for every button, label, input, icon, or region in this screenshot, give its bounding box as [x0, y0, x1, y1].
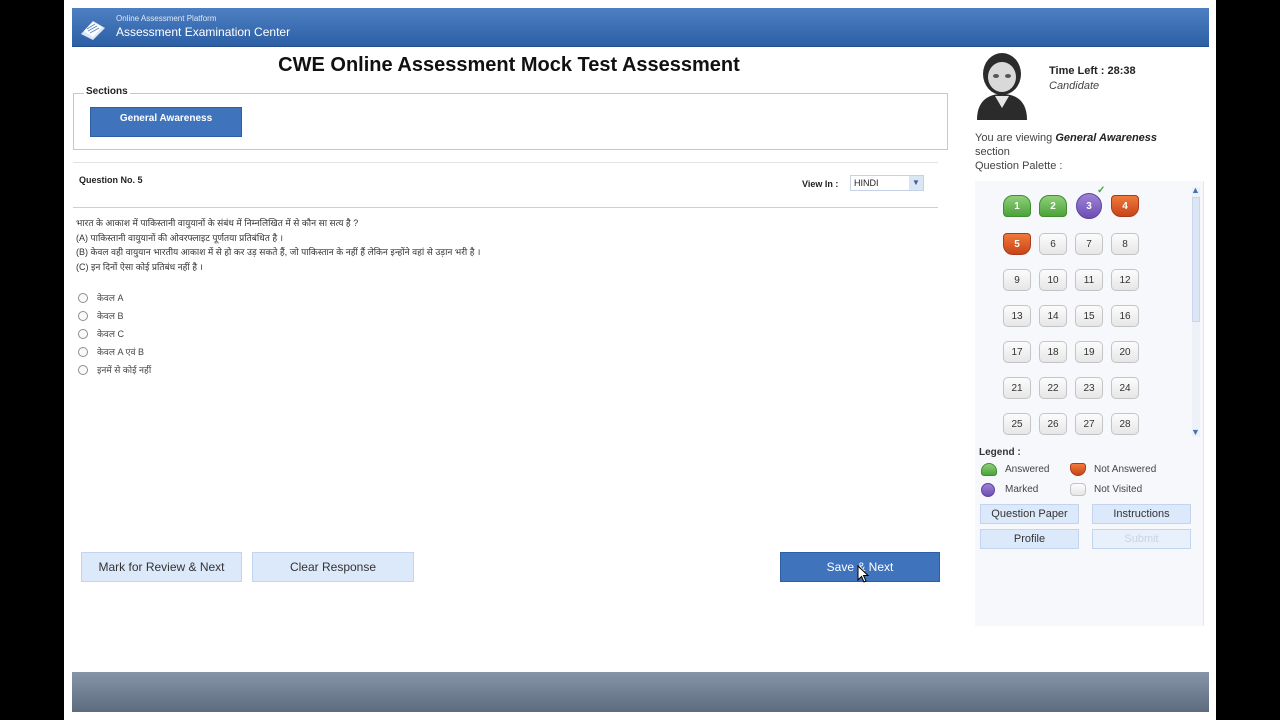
marked-swatch: [981, 483, 995, 497]
mark-for-review-button[interactable]: Mark for Review & Next: [81, 552, 242, 582]
exam-title: CWE Online Assessment Mock Test Assessme…: [278, 54, 740, 76]
question-text: भारत के आकाश में पाकिस्तानी वायुयानों के…: [76, 216, 926, 274]
palette-scroll-thumb[interactable]: [1192, 197, 1200, 322]
question-line: (C) इन दिनों ऐसा कोई प्रतिबंध नहीं है ।: [76, 261, 203, 272]
section-tab-general-awareness[interactable]: General Awareness: [90, 107, 242, 137]
palette-question-22[interactable]: 22: [1039, 377, 1067, 399]
sections-panel: Sections General Awareness: [73, 86, 948, 150]
scroll-down-icon[interactable]: ▼: [1191, 427, 1200, 437]
palette-question-13[interactable]: 13: [1003, 305, 1031, 327]
option-label: केवल A: [97, 293, 124, 303]
view-in-label: View In :: [802, 179, 839, 189]
language-select[interactable]: HINDI ▼: [850, 175, 924, 191]
radio-button[interactable]: [78, 293, 88, 303]
palette-question-15[interactable]: 15: [1075, 305, 1103, 327]
brand-title: Assessment Examination Center: [116, 25, 291, 39]
exam-window: Online Assessment Platform Assessment Ex…: [64, 0, 1216, 720]
palette-question-20[interactable]: 20: [1111, 341, 1139, 363]
question-number: Question No. 5: [79, 175, 143, 185]
option-label: केवल C: [97, 329, 125, 339]
question-header: Question No. 5 View In : HINDI ▼: [73, 162, 938, 208]
palette-question-12[interactable]: 12: [1111, 269, 1139, 291]
radio-button[interactable]: [78, 329, 88, 339]
option-label: केवल A एवं B: [97, 347, 145, 357]
palette-question-26[interactable]: 26: [1039, 413, 1067, 435]
clear-response-button[interactable]: Clear Response: [252, 552, 414, 582]
chevron-down-icon: ▼: [909, 176, 923, 190]
checkmark-icon: ✓: [1097, 185, 1106, 196]
radio-button[interactable]: [78, 311, 88, 321]
instructions-button[interactable]: Instructions: [1092, 504, 1191, 524]
question-paper-button[interactable]: Question Paper: [980, 504, 1079, 524]
palette-question-5[interactable]: 5: [1003, 233, 1031, 255]
not-visited-swatch: [1070, 483, 1086, 496]
scroll-up-icon[interactable]: ▲: [1191, 185, 1200, 195]
palette-question-14[interactable]: 14: [1039, 305, 1067, 327]
legend-label: Answered: [1005, 464, 1050, 475]
candidate-avatar-icon: [977, 53, 1027, 120]
legend-label: Marked: [1005, 484, 1039, 495]
palette-question-2[interactable]: 2: [1039, 195, 1067, 217]
palette-grid: 1 2 3 ✓ 4 5 6 7 8 9 10 11 12 13 14 15 16 17 18 19 20 21 22 23 24…: [975, 181, 1188, 444]
palette-question-17[interactable]: 17: [1003, 341, 1031, 363]
time-left: Time Left : 28:38: [1049, 65, 1136, 77]
brand-subtitle: Online Assessment Platform: [116, 14, 217, 23]
question-line: भारत के आकाश में पाकिस्तानी वायुयानों के…: [76, 218, 359, 228]
palette-question-19[interactable]: 19: [1075, 341, 1103, 363]
palette-question-3[interactable]: 3: [1076, 193, 1102, 219]
language-value: HINDI: [854, 178, 879, 188]
palette-question-9[interactable]: 9: [1003, 269, 1031, 291]
palette-question-24[interactable]: 24: [1111, 377, 1139, 399]
palette-question-10[interactable]: 10: [1039, 269, 1067, 291]
question-line: (B) केवल वही वायुयान भारतीय आकाश में से …: [76, 247, 481, 257]
palette-question-21[interactable]: 21: [1003, 377, 1031, 399]
option-label: इनमें से कोई नहीं: [97, 365, 152, 375]
palette-question-27[interactable]: 27: [1075, 413, 1103, 435]
palette-question-23[interactable]: 23: [1075, 377, 1103, 399]
palette-question-6[interactable]: 6: [1039, 233, 1067, 255]
viewing-section: General Awareness: [1055, 132, 1158, 144]
header-bar: Online Assessment Platform Assessment Ex…: [72, 8, 1209, 47]
option-label: केवल B: [97, 311, 124, 321]
sections-label: Sections: [84, 86, 130, 97]
profile-button[interactable]: Profile: [980, 529, 1079, 549]
submit-button[interactable]: Submit: [1092, 529, 1191, 549]
palette-question-7[interactable]: 7: [1075, 233, 1103, 255]
viewing-suffix: section: [975, 146, 1010, 158]
radio-button[interactable]: [78, 347, 88, 357]
question-palette-label: Question Palette :: [975, 160, 1063, 172]
legend-label: Not Answered: [1094, 464, 1157, 475]
answered-swatch: [981, 463, 997, 476]
viewing-prefix: You are viewing: [975, 132, 1053, 144]
mouse-pointer-icon: [857, 565, 869, 583]
palette-question-1[interactable]: 1: [1003, 195, 1031, 217]
legend-title: Legend :: [979, 447, 1021, 458]
radio-button[interactable]: [78, 365, 88, 375]
palette-question-4[interactable]: 4: [1111, 195, 1139, 217]
footer-bar: [72, 672, 1209, 712]
question-line: (A) पाकिस्तानी वायुयानों की ओवरफ्लाइट पू…: [76, 232, 284, 243]
question-palette: 1 2 3 ✓ 4 5 6 7 8 9 10 11 12 13 14 15 16 17 18 19 20 21 22 23 24…: [975, 181, 1204, 626]
book-logo-icon: [81, 21, 105, 40]
palette-question-25[interactable]: 25: [1003, 413, 1031, 435]
palette-question-18[interactable]: 18: [1039, 341, 1067, 363]
viewing-info: You are viewing General Awareness sectio…: [975, 131, 1195, 173]
palette-question-16[interactable]: 16: [1111, 305, 1139, 327]
candidate-name: Candidate: [1049, 80, 1100, 92]
palette-question-28[interactable]: 28: [1111, 413, 1139, 435]
legend-label: Not Visited: [1094, 484, 1143, 495]
palette-question-11[interactable]: 11: [1075, 269, 1103, 291]
palette-question-8[interactable]: 8: [1111, 233, 1139, 255]
